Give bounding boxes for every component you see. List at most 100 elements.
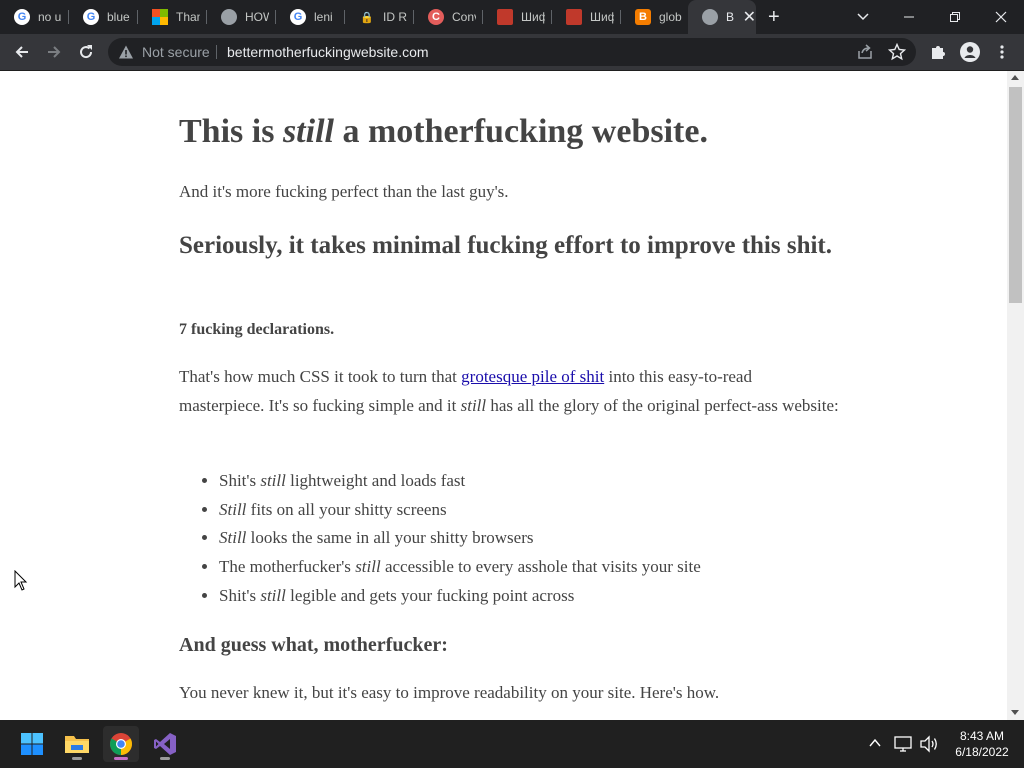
tab-title: Шиф bbox=[590, 10, 614, 24]
tab-title: ID Re bbox=[383, 10, 407, 24]
tray-overflow-chevron-icon[interactable] bbox=[868, 736, 882, 750]
intro-paragraph: And it's more fucking perfect than the l… bbox=[179, 182, 509, 201]
clock-time: 8:43 AM bbox=[959, 729, 1005, 743]
lock-icon: 🔒 bbox=[360, 11, 374, 24]
tab-1[interactable]: G blue bbox=[69, 0, 137, 34]
back-button[interactable] bbox=[10, 40, 34, 64]
minimize-button[interactable] bbox=[886, 0, 932, 34]
tab-title: Than bbox=[176, 10, 200, 24]
tab-title: glob bbox=[659, 10, 682, 24]
windows-taskbar: 8:43 AM 6/18/2022 bbox=[0, 720, 1024, 768]
minimize-icon bbox=[904, 16, 914, 18]
running-indicator bbox=[114, 757, 128, 760]
list-item-emphasis: still bbox=[260, 585, 286, 605]
grotesque-link[interactable]: grotesque pile of shit bbox=[461, 367, 604, 386]
feature-list: Shit's still lightweight and loads fast … bbox=[179, 467, 701, 611]
guess-heading: And guess what, motherfucker: bbox=[179, 634, 448, 656]
browser-toolbar: Not secure bettermotherfuckingwebsite.co… bbox=[0, 34, 1024, 71]
list-item-emphasis: still bbox=[260, 471, 286, 490]
page-viewport: This is still a motherfucking website. A… bbox=[0, 71, 1007, 720]
network-icon[interactable] bbox=[894, 735, 914, 753]
cyrillic-site-icon bbox=[497, 9, 513, 25]
file-explorer-icon bbox=[65, 736, 89, 753]
tab-active[interactable]: B ✕ bbox=[688, 0, 756, 34]
forward-arrow-icon bbox=[48, 46, 61, 58]
scroll-down-arrow-icon[interactable] bbox=[1011, 710, 1019, 715]
list-item: Shit's still lightweight and loads fast bbox=[219, 467, 701, 496]
converter-icon: C bbox=[428, 9, 444, 25]
vertical-scrollbar[interactable] bbox=[1007, 71, 1024, 720]
para-emphasis: still bbox=[460, 396, 487, 415]
share-icon[interactable] bbox=[856, 43, 874, 61]
file-explorer-button[interactable] bbox=[59, 726, 95, 762]
list-item-text: accessible to every asshole that visits … bbox=[380, 557, 701, 577]
reload-icon bbox=[80, 45, 93, 59]
list-item-text: fits on all your shitty screens bbox=[246, 499, 447, 519]
reload-button[interactable] bbox=[74, 40, 98, 64]
close-tab-icon[interactable]: ✕ bbox=[743, 7, 756, 27]
start-button[interactable] bbox=[14, 726, 50, 762]
mouse-cursor-icon bbox=[14, 570, 28, 591]
profile-button[interactable] bbox=[958, 40, 982, 64]
chrome-taskbar-button[interactable] bbox=[103, 726, 139, 762]
tab-title: blue bbox=[107, 10, 130, 24]
tab-4[interactable]: G leni bbox=[276, 0, 344, 34]
tab-title: Conv bbox=[452, 10, 476, 24]
google-icon: G bbox=[290, 9, 306, 25]
omnibox-divider bbox=[216, 45, 217, 59]
clock-date: 6/18/2022 bbox=[955, 745, 1009, 759]
tab-9[interactable]: B glob bbox=[621, 0, 687, 34]
close-icon bbox=[995, 11, 1007, 23]
google-icon: G bbox=[83, 9, 99, 25]
tab-title: no u bbox=[38, 10, 62, 24]
chevron-down-icon[interactable] bbox=[855, 8, 871, 24]
list-item-emphasis: Still bbox=[219, 528, 247, 548]
list-item-emphasis: Still bbox=[219, 499, 247, 519]
extensions-button[interactable] bbox=[926, 40, 950, 64]
warning-icon[interactable] bbox=[118, 44, 134, 60]
tab-2[interactable]: Than bbox=[138, 0, 206, 34]
address-bar[interactable]: Not secure bettermotherfuckingwebsite.co… bbox=[108, 38, 916, 66]
forward-button[interactable] bbox=[42, 40, 66, 64]
list-item: Shit's still legible and gets your fucki… bbox=[219, 582, 701, 611]
visual-studio-icon bbox=[154, 733, 176, 755]
list-item: The motherfucker's still accessible to e… bbox=[219, 553, 701, 582]
restore-button[interactable] bbox=[932, 0, 978, 34]
running-indicator bbox=[72, 757, 82, 760]
system-clock[interactable]: 8:43 AM 6/18/2022 bbox=[944, 728, 1020, 760]
puzzle-icon bbox=[932, 46, 945, 59]
tab-7[interactable]: Шиф bbox=[483, 0, 551, 34]
scroll-up-arrow-icon[interactable] bbox=[1011, 75, 1019, 80]
blogger-icon: B bbox=[635, 9, 651, 25]
para-text: has all the glory of the original perfec… bbox=[486, 396, 839, 415]
tab-0[interactable]: G no u bbox=[0, 0, 68, 34]
chrome-icon bbox=[110, 733, 132, 755]
bookmark-star-icon[interactable] bbox=[888, 43, 906, 61]
cyrillic-site-icon bbox=[566, 9, 582, 25]
tab-title: B bbox=[726, 10, 735, 24]
scrollbar-thumb[interactable] bbox=[1009, 87, 1022, 303]
list-item-text: lightweight and loads fast bbox=[285, 471, 466, 490]
restore-icon bbox=[950, 12, 960, 22]
list-item: Still looks the same in all your shitty … bbox=[219, 524, 701, 553]
tab-8[interactable]: Шиф bbox=[552, 0, 620, 34]
list-item: Still fits on all your shitty screens bbox=[219, 496, 701, 525]
para-text: That's how much CSS it took to turn that bbox=[179, 367, 462, 386]
tab-title: Шиф bbox=[521, 10, 545, 24]
visual-studio-button[interactable] bbox=[147, 726, 183, 762]
microsoft-icon bbox=[152, 9, 168, 25]
not-secure-label[interactable]: Not secure bbox=[142, 44, 210, 60]
close-window-button[interactable] bbox=[978, 0, 1024, 34]
back-arrow-icon bbox=[15, 46, 28, 58]
volume-icon[interactable] bbox=[919, 735, 939, 753]
tab-6[interactable]: C Conv bbox=[414, 0, 482, 34]
new-tab-button[interactable]: + bbox=[768, 7, 780, 27]
title-text: a motherfucking website. bbox=[333, 113, 708, 150]
tab-strip: G no u G blue Than HOW G leni 🔒 ID Re C … bbox=[0, 0, 1024, 34]
tab-3[interactable]: HOW bbox=[207, 0, 275, 34]
windows-start-icon bbox=[21, 733, 43, 755]
declarations-heading: 7 fucking declarations. bbox=[179, 321, 335, 338]
tab-5[interactable]: 🔒 ID Re bbox=[345, 0, 413, 34]
menu-button[interactable] bbox=[990, 40, 1014, 64]
url-text[interactable]: bettermotherfuckingwebsite.com bbox=[227, 44, 429, 60]
